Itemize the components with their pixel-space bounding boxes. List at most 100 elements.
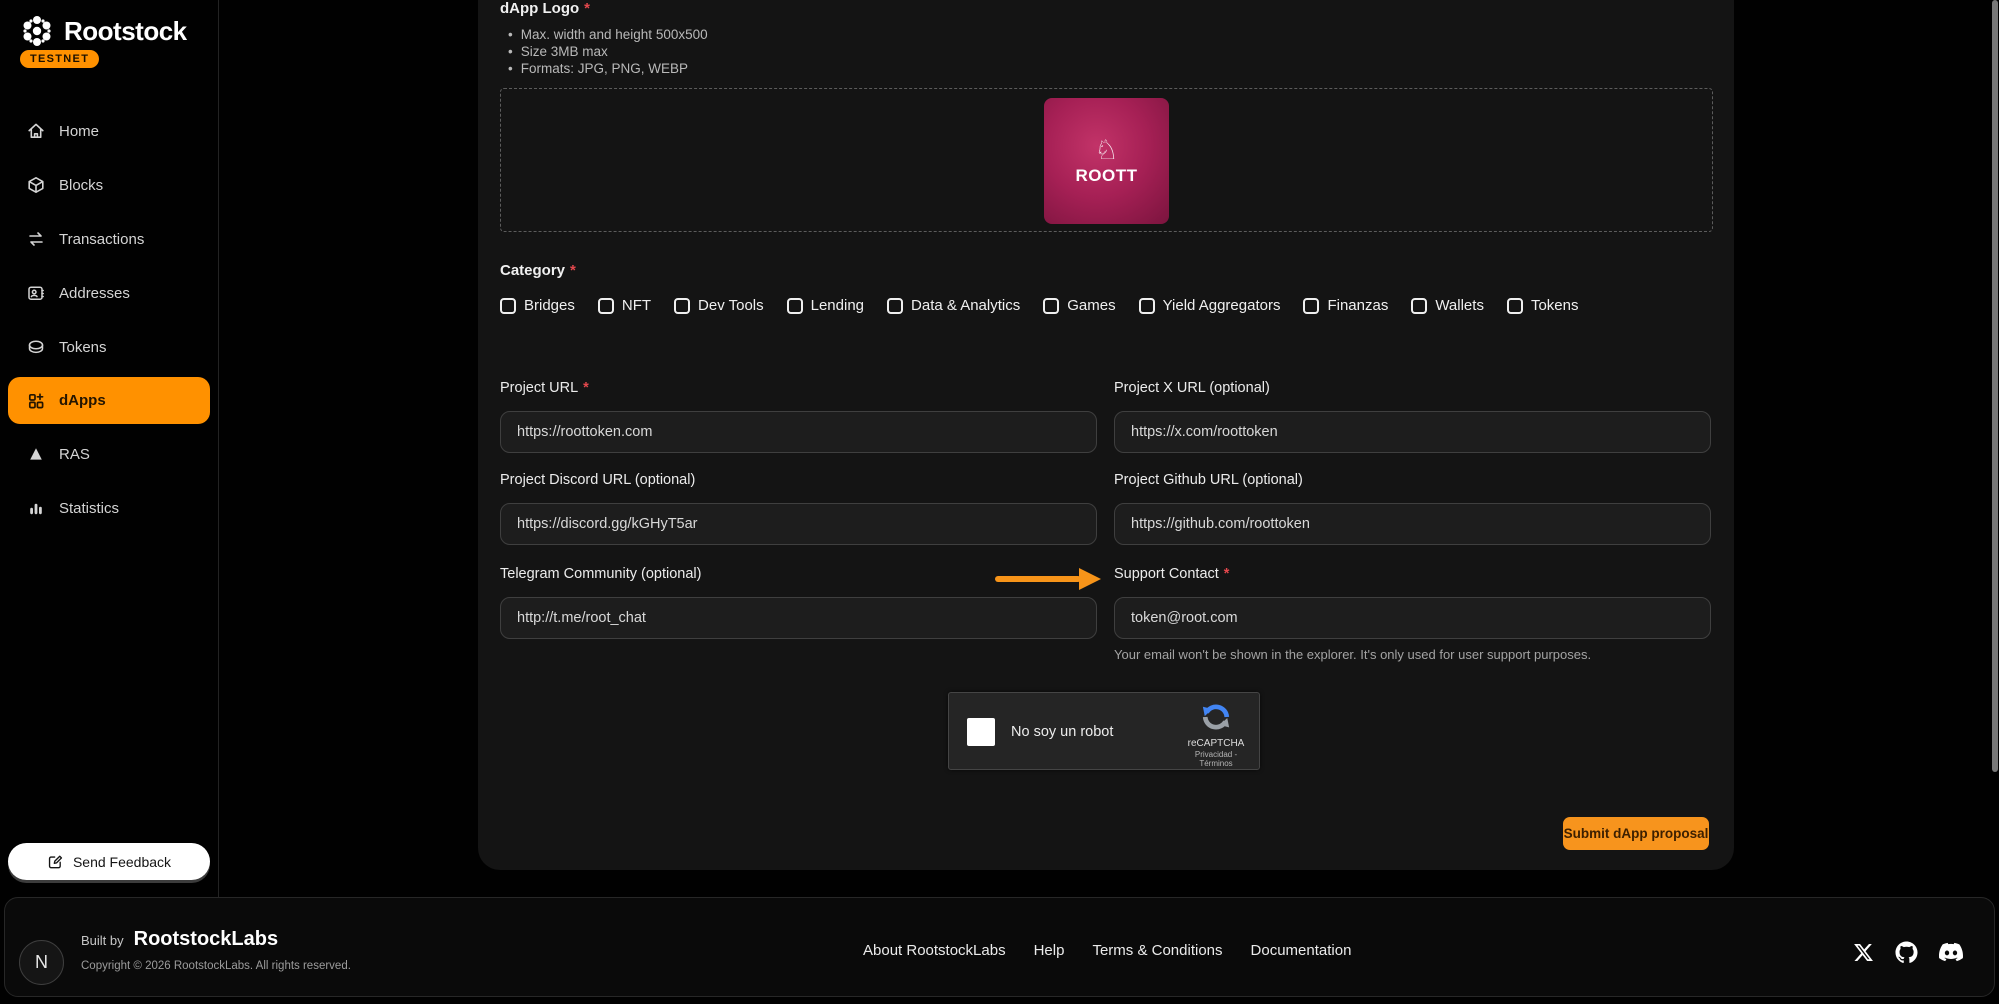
sidebar: Rootstock TESTNET Home Blocks Transacti	[0, 0, 218, 897]
category-checkbox-finanzas[interactable]: Finanzas	[1303, 297, 1388, 314]
checkbox[interactable]	[1043, 298, 1059, 314]
copyright-text: Copyright © 2026 RootstockLabs. All righ…	[81, 960, 351, 972]
sidebar-item-transactions[interactable]: Transactions	[0, 212, 218, 266]
tokens-icon	[26, 337, 46, 357]
checkbox[interactable]	[674, 298, 690, 314]
checkbox[interactable]	[1411, 298, 1427, 314]
knight-chess-icon: ♘	[1094, 137, 1118, 164]
category-checkbox-games[interactable]: Games	[1043, 297, 1115, 314]
project-discord-url-input[interactable]	[500, 503, 1097, 545]
sidebar-item-label: Home	[59, 123, 99, 140]
sidebar-item-tokens[interactable]: Tokens	[0, 320, 218, 374]
rootstocklabs-wordmark[interactable]: RootstockLabs	[134, 928, 278, 951]
sidebar-item-label: Tokens	[59, 339, 107, 356]
category-options: Bridges NFT Dev Tools Lending Data & Ana…	[500, 297, 1578, 314]
dapp-logo-label: dApp Logo*	[500, 0, 590, 17]
category-checkbox-nft[interactable]: NFT	[598, 297, 651, 314]
checkbox[interactable]	[887, 298, 903, 314]
dapp-proposal-form-panel: dApp Logo* Max. width and height 500x500…	[478, 0, 1734, 870]
logo-preview-name: ROOTT	[1076, 166, 1138, 186]
feedback-note-icon	[47, 853, 64, 870]
discord-icon[interactable]	[1939, 940, 1963, 964]
rootstock-logo[interactable]: Rootstock	[18, 12, 187, 50]
send-feedback-label: Send Feedback	[73, 854, 171, 870]
transactions-icon	[26, 229, 46, 249]
annotation-arrow	[995, 576, 1081, 582]
support-contact-field: Support Contact*	[1114, 566, 1711, 639]
category-checkbox-lending[interactable]: Lending	[787, 297, 864, 314]
sidebar-item-label: Transactions	[59, 231, 144, 248]
required-asterisk: *	[570, 262, 576, 279]
brand-name: Rootstock	[64, 16, 187, 47]
logo-requirement: Max. width and height 500x500	[508, 26, 708, 43]
project-url-input[interactable]	[500, 411, 1097, 453]
checkbox[interactable]	[787, 298, 803, 314]
project-url-field: Project URL*	[500, 380, 1097, 453]
send-feedback-button[interactable]: Send Feedback	[8, 843, 210, 880]
checkbox[interactable]	[500, 298, 516, 314]
checkbox[interactable]	[598, 298, 614, 314]
support-contact-input[interactable]	[1114, 597, 1711, 639]
checkbox[interactable]	[1139, 298, 1155, 314]
category-checkbox-wallets[interactable]: Wallets	[1411, 297, 1484, 314]
recaptcha-branding: reCAPTCHA Privacidad - Términos	[1183, 702, 1249, 768]
footer-link-terms[interactable]: Terms & Conditions	[1092, 942, 1222, 959]
sidebar-item-dapps[interactable]: dApps	[8, 377, 210, 424]
project-github-url-input[interactable]	[1114, 503, 1711, 545]
annotation-arrow-head	[1079, 568, 1101, 590]
n-overlay-badge[interactable]: N	[19, 940, 64, 985]
sidebar-nav: Home Blocks Transactions	[0, 104, 218, 535]
category-label: Category*	[500, 262, 576, 279]
submit-dapp-proposal-button[interactable]: Submit dApp proposal	[1563, 817, 1709, 850]
rootstock-flower-icon	[18, 12, 56, 50]
blocks-icon	[26, 175, 46, 195]
sidebar-item-home[interactable]: Home	[0, 104, 218, 158]
category-checkbox-yield-aggregators[interactable]: Yield Aggregators	[1139, 297, 1281, 314]
dapps-icon	[26, 391, 46, 411]
sidebar-item-blocks[interactable]: Blocks	[0, 158, 218, 212]
category-checkbox-data-analytics[interactable]: Data & Analytics	[887, 297, 1020, 314]
checkbox[interactable]	[1507, 298, 1523, 314]
recaptcha-checkbox[interactable]	[967, 718, 995, 746]
project-github-url-label: Project Github URL (optional)	[1114, 472, 1711, 490]
category-checkbox-bridges[interactable]: Bridges	[500, 297, 575, 314]
support-contact-label: Support Contact*	[1114, 566, 1711, 584]
built-by-text: Built by	[81, 933, 124, 948]
sidebar-item-addresses[interactable]: Addresses	[0, 266, 218, 320]
sidebar-item-statistics[interactable]: Statistics	[0, 481, 218, 535]
logo-preview-tile: ♘ ROOTT	[1044, 98, 1169, 224]
project-x-url-label: Project X URL (optional)	[1114, 380, 1711, 398]
home-icon	[26, 121, 46, 141]
category-checkbox-tokens[interactable]: Tokens	[1507, 297, 1579, 314]
logo-requirement: Formats: JPG, PNG, WEBP	[508, 60, 708, 77]
statistics-icon	[26, 498, 46, 518]
project-x-url-input[interactable]	[1114, 411, 1711, 453]
footer-link-documentation[interactable]: Documentation	[1251, 942, 1352, 959]
required-asterisk: *	[583, 380, 589, 396]
sidebar-item-ras[interactable]: RAS	[0, 427, 218, 481]
recaptcha-label: No soy un robot	[1011, 693, 1113, 771]
footer-link-about[interactable]: About RootstockLabs	[863, 942, 1006, 959]
vertical-scrollbar[interactable]	[1992, 0, 1998, 772]
recaptcha-privacy-terms[interactable]: Privacidad - Términos	[1183, 750, 1249, 768]
footer-social-icons	[1853, 940, 1963, 964]
x-twitter-icon[interactable]	[1853, 942, 1874, 963]
telegram-community-input[interactable]	[500, 597, 1097, 639]
checkbox[interactable]	[1303, 298, 1319, 314]
category-checkbox-dev-tools[interactable]: Dev Tools	[674, 297, 764, 314]
logo-requirement: Size 3MB max	[508, 43, 708, 60]
recaptcha-logo-icon	[1201, 702, 1231, 732]
project-discord-url-field: Project Discord URL (optional)	[500, 472, 1097, 545]
footer-link-help[interactable]: Help	[1034, 942, 1065, 959]
required-asterisk: *	[584, 0, 590, 17]
sidebar-item-label: Statistics	[59, 500, 119, 517]
addresses-icon	[26, 283, 46, 303]
testnet-badge: TESTNET	[20, 50, 99, 68]
sidebar-item-label: Addresses	[59, 285, 130, 302]
ras-icon	[26, 444, 46, 464]
project-url-label: Project URL*	[500, 380, 1097, 398]
logo-upload-dropzone[interactable]: ♘ ROOTT	[500, 88, 1713, 232]
project-github-url-field: Project Github URL (optional)	[1114, 472, 1711, 545]
footer-built-by: Built by RootstockLabs	[81, 928, 278, 951]
github-icon[interactable]	[1895, 941, 1918, 964]
